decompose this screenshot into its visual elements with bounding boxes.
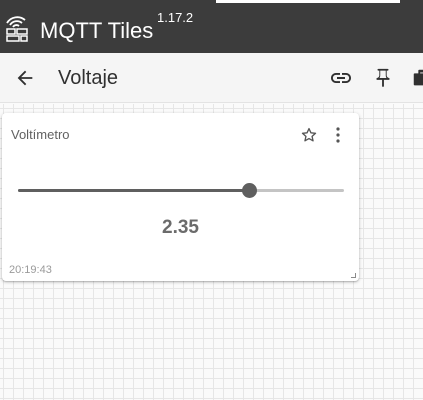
voltage-slider[interactable]	[18, 179, 344, 201]
briefcase-icon	[413, 69, 423, 86]
link-icon	[331, 73, 351, 83]
dashboard-tiles-icon	[6, 16, 28, 42]
more-vertical-icon	[336, 127, 340, 143]
progress-indicator	[216, 0, 400, 3]
tile-menu-button[interactable]	[329, 124, 347, 146]
voltmeter-tile: Voltímetro 2.35 20:19:43	[2, 113, 359, 281]
pin-button[interactable]	[369, 64, 397, 92]
app-title: MQTT Tiles	[40, 18, 154, 43]
favorite-button[interactable]	[298, 124, 320, 146]
tile-value: 2.35	[162, 217, 199, 238]
app-bar: MQTT Tiles 1.17.2	[0, 0, 423, 53]
page-title: Voltaje	[58, 67, 119, 89]
resize-handle[interactable]	[351, 273, 356, 278]
slider-fill	[18, 189, 250, 192]
toolbar: Voltaje	[0, 53, 423, 103]
slider-thumb[interactable]	[241, 183, 257, 198]
link-button[interactable]	[327, 64, 355, 92]
briefcase-button[interactable]	[408, 64, 423, 92]
tile-timestamp: 20:19:43	[9, 264, 52, 276]
star-outline-icon	[301, 127, 317, 142]
arrow-left-icon	[17, 70, 33, 86]
pin-icon	[376, 68, 390, 88]
back-button[interactable]	[11, 64, 39, 92]
tile-title: Voltímetro	[11, 127, 70, 142]
app-version: 1.17.2	[157, 10, 194, 25]
